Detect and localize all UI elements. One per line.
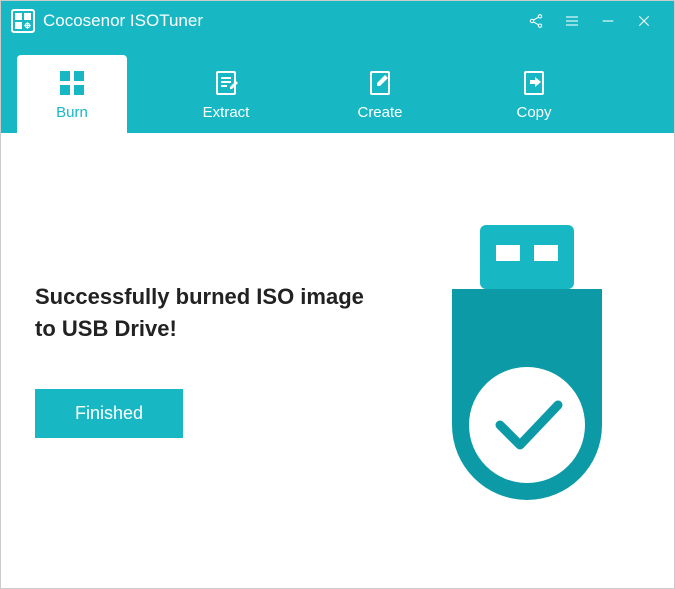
burn-icon (57, 68, 87, 98)
tab-create[interactable]: Create (325, 55, 435, 133)
app-window: Cocosenor ISOTuner (0, 0, 675, 589)
extract-icon (211, 68, 241, 98)
share-icon[interactable] (518, 1, 554, 41)
create-icon (365, 68, 395, 98)
usb-success-icon (422, 225, 632, 535)
copy-icon (519, 68, 549, 98)
close-icon[interactable] (626, 1, 662, 41)
finished-button[interactable]: Finished (35, 389, 183, 438)
tab-extract[interactable]: Extract (171, 55, 281, 133)
minimize-icon[interactable] (590, 1, 626, 41)
app-title: Cocosenor ISOTuner (43, 11, 203, 31)
success-message: Successfully burned ISO image to USB Dri… (35, 281, 375, 345)
tab-label: Copy (516, 104, 551, 121)
tab-burn[interactable]: Burn (17, 55, 127, 133)
main-content: Successfully burned ISO image to USB Dri… (1, 133, 674, 588)
tab-label: Burn (56, 104, 88, 121)
menu-icon[interactable] (554, 1, 590, 41)
app-logo-icon (11, 9, 35, 33)
tab-label: Create (357, 104, 402, 121)
tab-label: Extract (203, 104, 250, 121)
title-bar: Cocosenor ISOTuner (1, 1, 674, 41)
tab-bar: Burn Extract Create (1, 41, 674, 133)
tab-copy[interactable]: Copy (479, 55, 589, 133)
